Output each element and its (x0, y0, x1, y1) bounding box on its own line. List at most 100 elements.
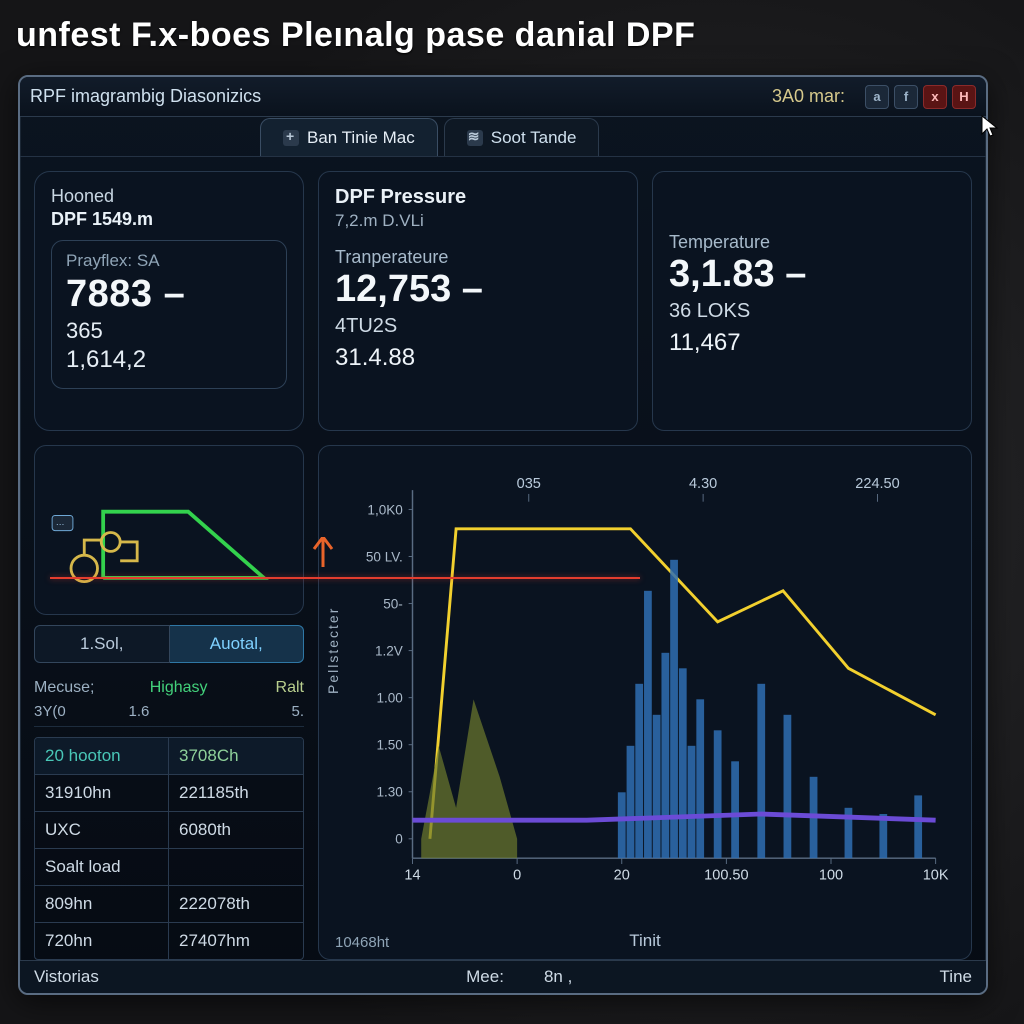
status-mid: Mee: (466, 967, 504, 987)
tab-label: Ban Tinie Mac (307, 128, 415, 148)
td: 6080th (169, 811, 303, 848)
panel-hooned-low: 1,614,2 (66, 346, 272, 374)
table-header: 20 hooton 3708Ch (35, 738, 303, 774)
svg-text:1.2V: 1.2V (375, 644, 403, 659)
svg-text:50-: 50- (383, 597, 403, 612)
panel-hooned-box: Prayflex: SA 7883 – 365 1,614,2 (51, 240, 287, 389)
svg-text:035: 035 (517, 476, 541, 492)
win-btn-close[interactable]: H (952, 85, 976, 109)
svg-text:10K: 10K (923, 868, 949, 884)
metric-big: 12,753 – (335, 268, 621, 311)
tab-label: Soot Tande (491, 128, 577, 148)
svg-text:0: 0 (513, 868, 521, 884)
td: 720hn (35, 922, 169, 959)
table-row: Soalt load (35, 848, 303, 885)
panel-hooned-big: 7883 – (66, 273, 272, 316)
tab-bar: Ban Tinie Mac Soot Tande (20, 117, 986, 157)
chart-y-label: Pellstecter (325, 606, 341, 693)
metric-big: 3,1.83 – (669, 253, 955, 296)
head-mecuse: Mecuse; (34, 679, 150, 697)
head-highasy: Highasy (150, 679, 246, 697)
svg-text:4.30: 4.30 (689, 476, 717, 492)
td: 27407hm (169, 922, 303, 959)
signal-icon (467, 130, 483, 146)
seg-sol[interactable]: 1.Sol, (34, 625, 170, 663)
td: 221185th (169, 774, 303, 811)
table-row: UXC 6080th (35, 811, 303, 848)
engine-graphic-panel: ⋯ (34, 445, 304, 615)
engine-icon: ⋯ (42, 455, 297, 606)
panel-hooned: Hooned DPF 1549.m Prayflex: SA 7883 – 36… (34, 171, 304, 431)
head-ralt: Ralt (246, 679, 304, 697)
status-mid2: 8n , (544, 967, 572, 987)
svg-text:1,0K0: 1,0K0 (367, 502, 402, 517)
cell-c1: 3Y(0 (34, 703, 129, 720)
svg-text:1.00: 1.00 (376, 691, 402, 706)
svg-text:0: 0 (395, 832, 403, 847)
chart-panel: Pellstecter 0354.30224.50 1,0K050 LV.50-… (318, 445, 972, 960)
metric-mid: 4TU2S (335, 315, 621, 338)
svg-text:100.50: 100.50 (704, 868, 748, 884)
data-row-summary: 3Y(0 1.6 5. (34, 701, 304, 727)
td: UXC (35, 811, 169, 848)
panel-hooned-mid: 365 (66, 318, 272, 344)
svg-text:14: 14 (404, 868, 420, 884)
td: 222078th (169, 885, 303, 922)
metric-label: Tranperateure (335, 247, 621, 268)
svg-text:1.50: 1.50 (376, 738, 402, 753)
data-table: 20 hooton 3708Ch 31910hn 221185th UXC 60… (34, 737, 304, 960)
panel-hooned-box-label: Prayflex: SA (66, 251, 272, 271)
table-row: 809hn 222078th (35, 885, 303, 922)
data-table-head: Mecuse; Highasy Ralt (34, 673, 304, 701)
table-row: 31910hn 221185th (35, 774, 303, 811)
chart-footnote: 10468ht (335, 934, 389, 951)
metric-mid: 36 LOKS (669, 300, 955, 323)
th-2: 3708Ch (169, 738, 303, 774)
svg-text:1.30: 1.30 (376, 785, 402, 800)
status-bar: Vistorias Mee: 8n , Tine (20, 960, 986, 993)
content-area: Hooned DPF 1549.m Prayflex: SA 7883 – 36… (20, 157, 986, 960)
td: 809hn (35, 885, 169, 922)
table-row: 720hn 27407hm (35, 922, 303, 959)
chart-x-label: Tinit (335, 929, 955, 951)
svg-text:50 LV.: 50 LV. (366, 550, 403, 565)
chart-svg: 0354.30224.50 1,0K050 LV.50-1.2V1.001.50… (335, 458, 955, 929)
window-title: RPF imagrambig Diasonizics (30, 86, 772, 107)
win-btn-3[interactable]: x (923, 85, 947, 109)
plus-icon (283, 130, 299, 146)
metric-val: 11,467 (669, 329, 955, 357)
status-left[interactable]: Vistorias (34, 967, 99, 987)
indicator-line (50, 577, 640, 579)
top-right-wrap: Pressure 9.11..ml. Soots V/i (318, 171, 972, 431)
page-overlay-title: unfest F.x-boes Pleınalg pase danial DPF (0, 8, 1024, 63)
tab-ban-time-mac[interactable]: Ban Tinie Mac (260, 118, 438, 156)
svg-text:20: 20 (614, 868, 630, 884)
titlebar: RPF imagrambig Diasonizics 3A0 mar: a f … (20, 77, 986, 117)
td (169, 848, 303, 885)
metric-val: 31.4.88 (335, 344, 621, 372)
tab-soot-tande[interactable]: Soot Tande (444, 118, 600, 156)
panel-temperature: Temperature 3,1.83 – 36 LOKS 11,467 (652, 171, 972, 431)
window-status: 3A0 mar: (772, 86, 845, 107)
svg-text:⋯: ⋯ (56, 518, 65, 528)
svg-text:100: 100 (819, 868, 843, 884)
panel-hooned-title: Hooned (51, 186, 287, 207)
window-buttons: a f x H (865, 85, 976, 109)
td: 31910hn (35, 774, 169, 811)
cell-c2: 1.6 (129, 703, 224, 720)
seg-auotal[interactable]: Auotal, (170, 625, 305, 663)
td: Soalt load (35, 848, 169, 885)
metric-title: DPF Pressure (335, 186, 621, 209)
win-btn-1[interactable]: a (865, 85, 889, 109)
cell-c3: 5. (223, 703, 304, 720)
segment-tabs: 1.Sol, Auotal, (34, 625, 304, 663)
panel-hooned-subtitle: DPF 1549.m (51, 209, 287, 230)
panel-dpf-pressure: DPF Pressure 7,2.m D.VLi Tranperateure 1… (318, 171, 638, 431)
status-right[interactable]: Tine (940, 967, 972, 987)
metric-label: Temperature (669, 232, 955, 253)
th-1: 20 hooton (35, 738, 169, 774)
win-btn-2[interactable]: f (894, 85, 918, 109)
diagnostics-window: RPF imagrambig Diasonizics 3A0 mar: a f … (18, 75, 988, 995)
bottom-left-column: ⋯ 1.Sol, Auotal, Mecuse; Highasy Ralt 3Y… (34, 445, 304, 960)
chart-area[interactable]: Pellstecter 0354.30224.50 1,0K050 LV.50-… (335, 458, 955, 929)
